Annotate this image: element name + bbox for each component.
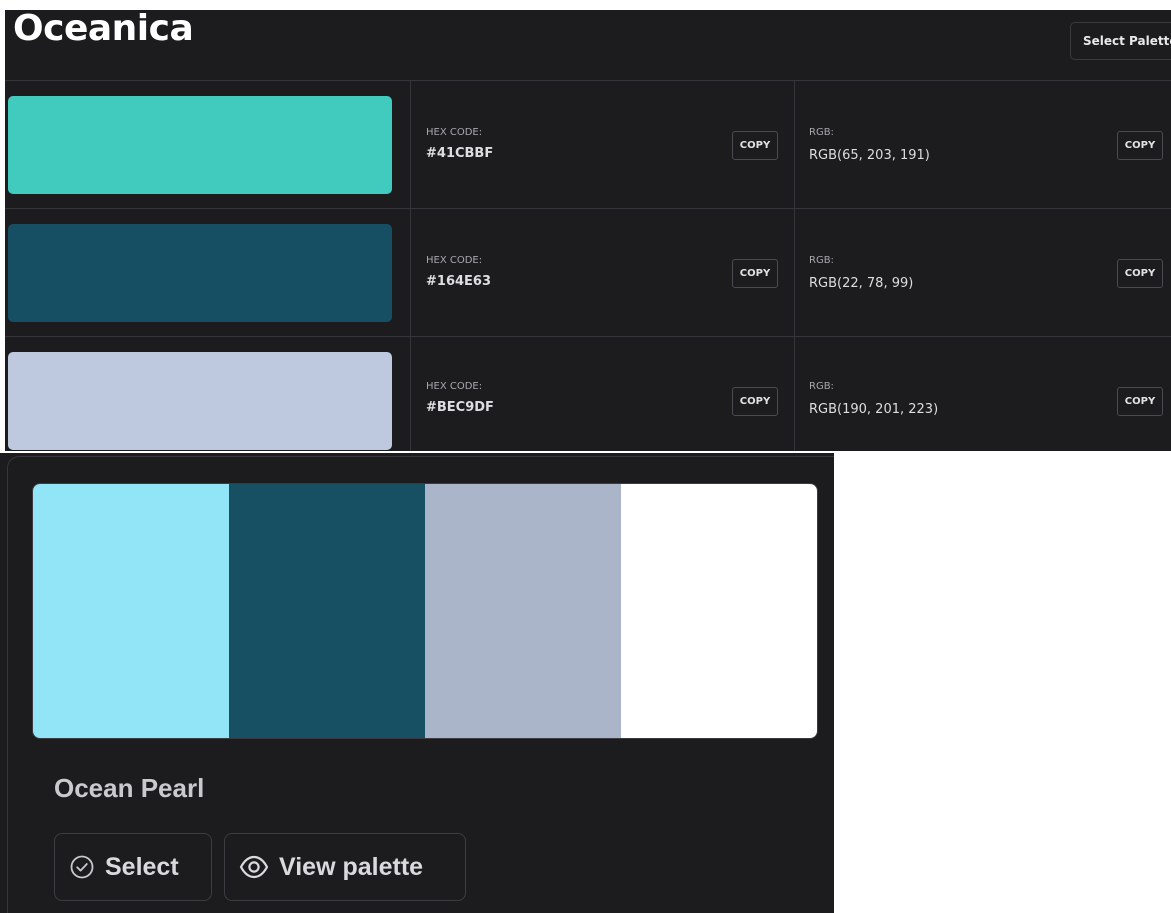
column-divider <box>410 209 411 337</box>
select-button-label: Select <box>105 852 179 881</box>
view-palette-button[interactable]: View palette <box>224 833 466 901</box>
view-palette-button-label: View palette <box>279 852 424 881</box>
color-swatch <box>8 224 392 322</box>
palette-preview[interactable] <box>32 483 818 739</box>
hex-label: HEX CODE: <box>426 381 483 392</box>
palette-detail-panel: Oceanica Select Palette HEX CODE: #41CBB… <box>0 0 1171 453</box>
copy-hex-button[interactable]: COPY <box>732 131 778 160</box>
color-swatch <box>8 96 392 194</box>
column-divider <box>794 209 795 337</box>
column-divider <box>794 81 795 209</box>
color-row: HEX CODE: #BEC9DF COPY RGB: RGB(190, 201… <box>5 336 1171 451</box>
copy-rgb-button[interactable]: COPY <box>1117 387 1163 416</box>
check-circle-icon <box>69 854 95 880</box>
rgb-label: RGB: <box>809 255 834 266</box>
color-row: HEX CODE: #41CBBF COPY RGB: RGB(65, 203,… <box>5 80 1171 209</box>
rgb-label: RGB: <box>809 127 834 138</box>
column-divider <box>794 337 795 451</box>
copy-hex-button[interactable]: COPY <box>732 387 778 416</box>
select-button[interactable]: Select <box>54 833 212 901</box>
palette-card-area: Ocean Pearl Select View palette <box>0 453 834 913</box>
palette-name: Ocean Pearl <box>54 773 205 803</box>
palette-detail-content: Oceanica Select Palette HEX CODE: #41CBB… <box>5 10 1171 451</box>
color-row: HEX CODE: #164E63 COPY RGB: RGB(22, 78, … <box>5 208 1171 337</box>
hex-value: #41CBBF <box>426 146 494 161</box>
palette-title: Oceanica <box>13 10 194 49</box>
select-palette-button[interactable]: Select Palette <box>1070 22 1171 60</box>
palette-color-1 <box>33 484 229 738</box>
palette-color-4 <box>621 484 817 738</box>
palette-color-3 <box>425 484 621 738</box>
hex-label: HEX CODE: <box>426 255 483 266</box>
copy-hex-button[interactable]: COPY <box>732 259 778 288</box>
hex-label: HEX CODE: <box>426 127 483 138</box>
copy-rgb-button[interactable]: COPY <box>1117 259 1163 288</box>
copy-rgb-button[interactable]: COPY <box>1117 131 1163 160</box>
hex-value: #164E63 <box>426 274 491 289</box>
rgb-label: RGB: <box>809 381 834 392</box>
hex-value: #BEC9DF <box>426 400 494 415</box>
rgb-value: RGB(65, 203, 191) <box>809 148 930 163</box>
color-swatch <box>8 352 392 450</box>
eye-icon <box>239 855 269 879</box>
rgb-value: RGB(22, 78, 99) <box>809 276 914 291</box>
rgb-value: RGB(190, 201, 223) <box>809 402 939 417</box>
column-divider <box>410 81 411 209</box>
palette-color-2 <box>229 484 425 738</box>
column-divider <box>410 337 411 451</box>
